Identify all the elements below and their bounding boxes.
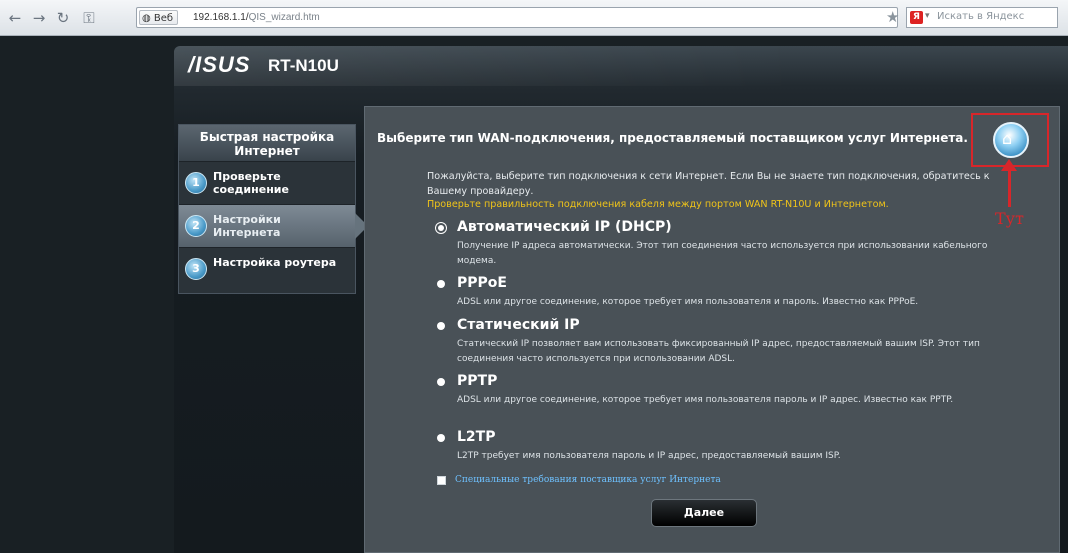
browser-toolbar: ← → ↻ ⚿ ◍ Веб 192.168.1.1/QIS_wizard.htm… — [0, 0, 1068, 36]
annotation-arrow-shaft — [1008, 167, 1011, 207]
url-host: 192.168.1.1/ — [193, 12, 249, 23]
home-button[interactable]: ⌂ — [993, 122, 1029, 158]
address-bar[interactable]: ◍ Веб 192.168.1.1/QIS_wizard.htm — [136, 7, 898, 28]
option-description: ADSL или другое соединение, которое треб… — [457, 395, 954, 405]
step-number-icon: 1 — [185, 172, 207, 194]
special-requirements-label[interactable]: Специальные требования поставщика услуг … — [455, 475, 721, 485]
bookmark-star-icon[interactable]: ★ — [886, 8, 899, 26]
url-text: 192.168.1.1/QIS_wizard.htm — [193, 12, 320, 23]
asus-logo: /ISUS — [188, 52, 251, 77]
step-router-settings[interactable]: 3 Настройка роутера — [179, 247, 355, 290]
intro-text: Пожалуйста, выберите тип подключения к с… — [427, 171, 990, 197]
step-check-connection[interactable]: 1 Проверьте соединение — [179, 161, 355, 204]
radio-static-ip[interactable] — [437, 322, 445, 330]
step-label: Настройка роутера — [213, 256, 337, 269]
wizard-sidebar: Быстрая настройка Интернет 1 Проверьте с… — [178, 124, 368, 294]
option-name[interactable]: PPTP — [457, 373, 497, 389]
chevron-down-icon[interactable]: ▾ — [925, 11, 930, 21]
radio-l2tp[interactable] — [437, 434, 445, 442]
option-name[interactable]: Автоматический IP (DHCP) — [457, 219, 672, 235]
yandex-icon[interactable]: Я — [910, 11, 923, 24]
option-name[interactable]: Статический IP — [457, 317, 580, 333]
special-requirements: Специальные требования поставщика услуг … — [437, 475, 837, 487]
special-requirements-checkbox[interactable] — [437, 476, 446, 485]
step-label: Настройки Интернета — [213, 213, 281, 239]
forward-arrow-icon[interactable]: → — [30, 9, 48, 27]
step-label: Проверьте соединение — [213, 170, 289, 196]
radio-dhcp[interactable] — [438, 225, 444, 231]
option-description: L2TP требует имя пользователя пароль и I… — [457, 451, 841, 461]
wan-type-panel: Выберите тип WAN-подключения, предоставл… — [364, 106, 1060, 553]
option-description: Получение IP адреса автоматически. Этот … — [457, 241, 988, 266]
step-number-icon: 2 — [185, 215, 207, 237]
key-icon[interactable]: ⚿ — [80, 9, 98, 27]
url-path: QIS_wizard.htm — [248, 12, 320, 23]
reload-icon[interactable]: ↻ — [54, 9, 72, 27]
warning-text: Проверьте правильность подключения кабел… — [427, 199, 889, 210]
option-name[interactable]: L2TP — [457, 429, 495, 445]
site-info-badge[interactable]: ◍ Веб — [139, 10, 179, 25]
back-arrow-icon[interactable]: ← — [6, 9, 24, 27]
router-panel: /ISUS RT-N10U Быстрая настройка Интернет… — [174, 46, 1068, 553]
search-placeholder: Искать в Яндекс — [937, 11, 1025, 22]
next-button[interactable]: Далее — [651, 499, 757, 527]
home-icon: ⌂ — [1002, 129, 1013, 148]
step-number-icon: 3 — [185, 258, 207, 280]
option-description: ADSL или другое соединение, которое треб… — [457, 297, 919, 307]
search-input[interactable]: Я ▾ Искать в Яндекс — [906, 7, 1058, 28]
page-area: /ISUS RT-N10U Быстрая настройка Интернет… — [0, 36, 1068, 553]
sidebar-title: Быстрая настройка Интернет — [179, 125, 355, 161]
site-badge-label: Веб — [153, 13, 174, 24]
annotation-text: Тут — [995, 209, 1024, 228]
radio-pptp[interactable] — [437, 378, 445, 386]
page-title: Выберите тип WAN-подключения, предоставл… — [377, 131, 968, 145]
radio-pppoe[interactable] — [437, 280, 445, 288]
option-name[interactable]: PPPoE — [457, 275, 507, 291]
option-description: Статический IP позволяет вам использоват… — [457, 339, 980, 364]
globe-icon: ◍ — [142, 13, 151, 24]
step-internet-settings[interactable]: 2 Настройки Интернета — [179, 204, 368, 247]
model-name: RT-N10U — [268, 56, 339, 75]
